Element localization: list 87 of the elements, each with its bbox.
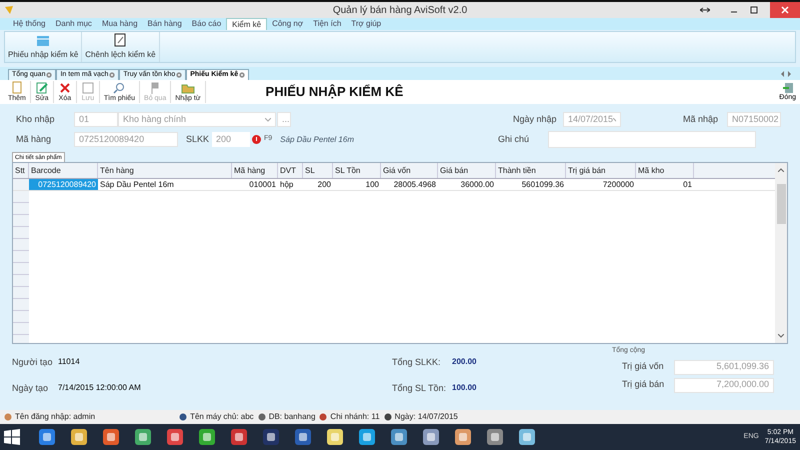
column-header[interactable]: SL (303, 163, 333, 178)
app-logo-icon (4, 5, 14, 15)
menu-tab[interactable]: Bán hàng (142, 18, 187, 30)
status-text: Tên đăng nhập: admin (15, 411, 96, 423)
column-header[interactable]: Stt (13, 163, 29, 178)
field-label: Mã hàng (16, 132, 52, 146)
maximize-icon[interactable] (750, 6, 758, 14)
status-text: DB: banhang (268, 411, 316, 423)
table-cell-text: 100 (364, 179, 380, 190)
column-header[interactable]: Barcode (29, 163, 98, 178)
table-cell-text: 200 (316, 179, 332, 190)
scroll-down-icon[interactable] (778, 334, 784, 338)
close-icon (58, 81, 72, 95)
menu-tab[interactable]: Hệ thống (8, 18, 50, 30)
menu-tab[interactable]: Báo cáo (186, 18, 226, 30)
column-header[interactable]: Mã hàng (232, 163, 278, 178)
search-icon (112, 81, 126, 95)
field-label: Ngày nhập (513, 112, 558, 126)
close-icon[interactable] (239, 72, 246, 78)
status-text: Chi nhánh: 11 (330, 411, 380, 423)
windows-icon[interactable] (4, 429, 20, 445)
field-label: Mã nhập (683, 112, 720, 126)
status-icon (384, 413, 392, 421)
field-label: Ngày tạo (12, 382, 50, 395)
table-cell-text: Sáp Dầu Pentel 16m (99, 179, 175, 190)
exit-icon (782, 82, 794, 94)
column-header[interactable]: Trị giá bán (566, 163, 636, 178)
table-cell-text: 7200000 (602, 179, 635, 190)
column-header[interactable]: SL Tồn (333, 163, 381, 178)
product-name: Sáp Dầu Pentel 16m (280, 134, 354, 146)
scrollbar[interactable] (775, 163, 787, 343)
total-value: 200.00 (452, 356, 476, 368)
status-icon (179, 413, 188, 421)
chevron-down-icon (265, 118, 271, 122)
column-header[interactable]: Giá bán (438, 163, 496, 178)
table-cell-text: hộp (279, 179, 294, 190)
status-icon (319, 413, 328, 421)
document-icon (114, 33, 126, 47)
window-title: Quản lý bán hàng AviSoft v2.0 (332, 4, 468, 18)
note-field[interactable] (548, 131, 756, 148)
ribbon-button[interactable]: Chênh lệch kiểm kê (82, 32, 160, 62)
status-icon (258, 413, 266, 421)
field-label: Tổng SLKK: (392, 356, 442, 369)
total-value: 100.00 (452, 382, 476, 394)
status-text: Ngày: 14/07/2015 (394, 411, 458, 423)
table-cell-text: 01 (682, 179, 693, 190)
column-header[interactable]: DVT (278, 163, 303, 178)
scroll-arrows-icon[interactable] (780, 71, 792, 77)
created-date: 7/14/2015 12:00:00 AM (58, 382, 141, 394)
close-icon (781, 6, 789, 14)
table-cell-text: 36000.00 (460, 179, 495, 190)
scroll-thumb[interactable] (776, 184, 786, 224)
close-icon[interactable] (46, 72, 52, 78)
menu-tab[interactable]: Mua hàng (96, 18, 143, 30)
menu-tab[interactable]: Công nợ (267, 18, 308, 30)
table-cell: 0725120089420 (29, 179, 98, 190)
field-label: Tổng SL Tồn: (392, 382, 448, 395)
column-header[interactable]: Giá vốn (381, 163, 438, 178)
field-label: Trị giá vốn (621, 360, 665, 374)
ribbon-button[interactable]: Phiếu nhập kiểm kê (5, 32, 82, 62)
field-label: Người tạo (12, 356, 54, 369)
field-label: Ghi chú (498, 132, 530, 146)
table-cell-text: 28005.4968 (392, 179, 437, 190)
creator-value: 11014 (58, 356, 80, 368)
field-label: SLKK (186, 132, 210, 146)
calendar-icon (36, 35, 50, 47)
menu-tab[interactable]: Tiện ích (308, 18, 346, 30)
menu-tab[interactable]: Danh mục (50, 18, 97, 30)
column-header[interactable]: Thành tiền (496, 163, 566, 178)
close-button[interactable] (770, 2, 800, 18)
menu-tab[interactable]: Trợ giúp (346, 18, 386, 30)
menu-tab[interactable]: Kiểm kê (226, 18, 268, 30)
chevron-down-icon (613, 118, 616, 122)
status-text: Tên máy chủ: abc (190, 411, 254, 423)
field-label: Kho nhập (16, 112, 56, 126)
column-header[interactable]: Tên hàng (98, 163, 232, 178)
status-icon (4, 413, 12, 421)
close-icon[interactable] (109, 72, 116, 78)
alert-icon (252, 135, 261, 144)
close-icon[interactable] (176, 72, 182, 78)
form-title: PHIẾU NHẬP KIỂM KÊ (266, 83, 404, 102)
scroll-up-icon[interactable] (778, 168, 784, 172)
column-header[interactable]: Mã kho (636, 163, 694, 178)
field-label: Trị giá bán (621, 378, 666, 392)
table-cell-text: 010001 (248, 179, 277, 190)
table-cell-text: 5601099.36 (520, 179, 565, 190)
resize-icon[interactable] (700, 6, 710, 14)
